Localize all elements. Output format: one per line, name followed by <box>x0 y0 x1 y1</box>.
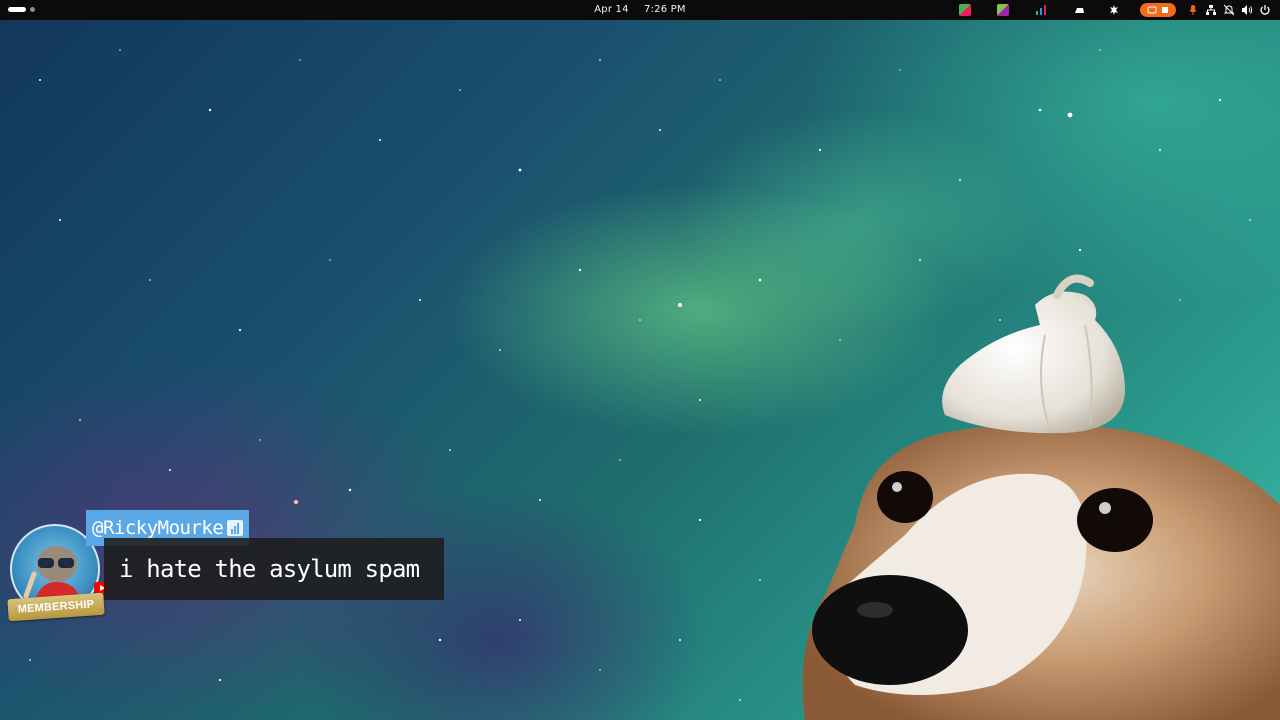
app-indicator-icon[interactable] <box>959 4 971 16</box>
member-chart-icon <box>227 520 244 536</box>
screen-record-icon[interactable] <box>1140 3 1176 17</box>
dog-with-garlic-hat-image <box>802 274 1280 720</box>
settings-tray-icon[interactable] <box>1108 4 1120 16</box>
chat-username: @RickyMourke <box>92 517 224 539</box>
top-panel: Apr 14 7:26 PM <box>0 0 1280 20</box>
volume-icon[interactable] <box>1241 4 1253 16</box>
drive-icon[interactable] <box>1073 4 1085 16</box>
system-tray <box>946 2 1274 18</box>
microphone-icon[interactable] <box>1187 4 1199 16</box>
chat-message-text: i hate the asylum spam <box>119 555 420 583</box>
chart-indicator-icon[interactable] <box>1035 4 1047 16</box>
clock-time: 7:26 PM <box>644 4 686 15</box>
network-icon[interactable] <box>1205 4 1217 16</box>
app-indicator-icon[interactable] <box>997 4 1009 16</box>
desktop-screen: Apr 14 7:26 PM MEMBERSHIP @RickyMourke i… <box>0 0 1280 720</box>
chat-message-overlay: MEMBERSHIP @RickyMourke i hate the asylu… <box>7 510 448 625</box>
power-icon[interactable] <box>1259 4 1271 16</box>
chat-message-bubble: i hate the asylum spam <box>104 538 444 600</box>
clock-date: Apr 14 <box>594 4 629 15</box>
notifications-off-icon[interactable] <box>1223 4 1235 16</box>
